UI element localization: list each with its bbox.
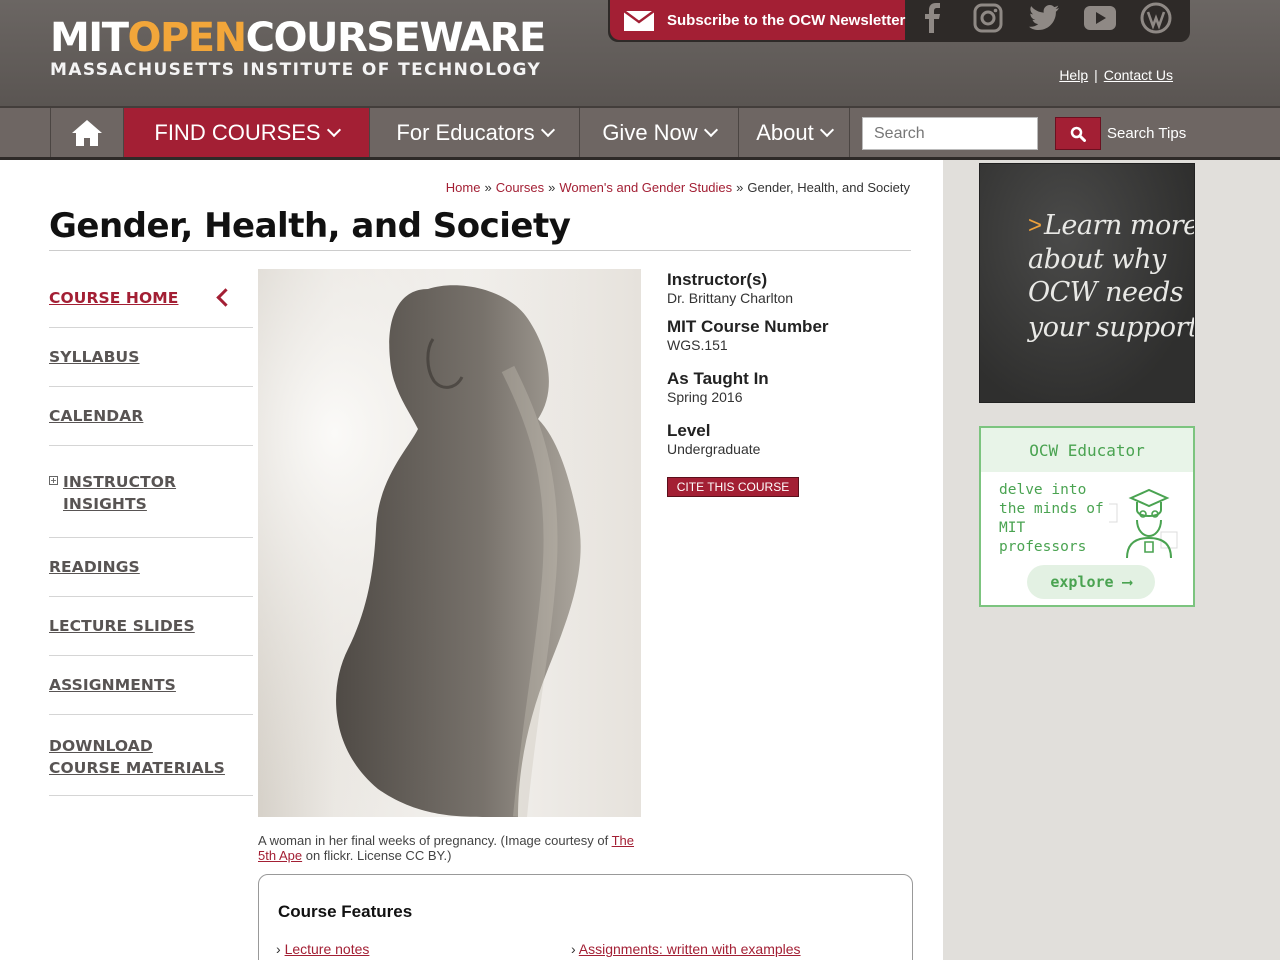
taught-in-label: As Taught In: [667, 369, 769, 388]
course-nav-course-home[interactable]: COURSE HOME: [49, 269, 253, 328]
course-nav-assignments[interactable]: ASSIGNMENTS: [49, 656, 253, 715]
chalk-line: your support: [1028, 312, 1195, 343]
cite-this-course-button[interactable]: CITE THIS COURSE: [667, 477, 799, 497]
course-nav-label: READINGS: [49, 558, 140, 576]
support-ocw-banner[interactable]: > Learn more about why OCW needs your su…: [979, 163, 1195, 403]
nav-about[interactable]: About: [738, 108, 850, 157]
course-nav-label: CALENDAR: [49, 407, 144, 425]
nav-give-now[interactable]: Give Now: [579, 108, 738, 157]
course-features-box: Course Features › Lecture notes › Assign…: [258, 874, 913, 960]
course-nav-instructor-insights[interactable]: + INSTRUCTOR INSIGHTS: [49, 446, 253, 538]
course-number-value: WGS.151: [667, 337, 728, 353]
breadcrumb-current: Gender, Health, and Society: [747, 180, 910, 195]
course-nav: COURSE HOME SYLLABUS CALENDAR + INSTRUCTO…: [49, 269, 253, 796]
expand-icon: +: [49, 476, 58, 485]
course-nav-label: LECTURE SLIDES: [49, 617, 195, 635]
instagram-icon[interactable]: [964, 0, 1012, 36]
professor-icon: [1098, 482, 1179, 562]
caption-text: A woman in her final weeks of pregnancy.…: [258, 833, 612, 848]
course-number-label: MIT Course Number: [667, 317, 829, 336]
course-nav-readings[interactable]: READINGS: [49, 538, 253, 597]
page-title: Gender, Health, and Society: [49, 206, 571, 246]
course-nav-label: ASSIGNMENTS: [49, 676, 176, 694]
ocw-logo[interactable]: MITOPENCOURSEWARE: [50, 14, 547, 62]
feature-link-lecture-notes[interactable]: Lecture notes: [285, 941, 370, 957]
contact-us-link[interactable]: Contact Us: [1104, 67, 1173, 83]
wordpress-icon[interactable]: [1132, 0, 1180, 36]
course-info: Instructor(s) Dr. Brittany Charlton MIT …: [667, 270, 907, 457]
subscribe-label: Subscribe to the OCW Newsletter: [667, 11, 906, 29]
taught-in-value: Spring 2016: [667, 389, 743, 405]
breadcrumb-courses[interactable]: Courses: [496, 180, 544, 195]
chevron-down-icon: [540, 122, 555, 138]
chevron-down-icon: [819, 122, 834, 138]
nav-label: About: [756, 119, 814, 145]
level-label: Level: [667, 421, 711, 440]
image-caption: A woman in her final weeks of pregnancy.…: [258, 833, 648, 863]
logo-courseware: COURSEWARE: [245, 15, 547, 61]
educator-body: delve into the minds of MIT professors: [999, 482, 1104, 555]
course-nav-download-course-materials[interactable]: DOWNLOAD COURSE MATERIALS: [49, 715, 253, 796]
envelope-icon: [623, 10, 655, 31]
chalk-line: OCW needs: [1028, 277, 1184, 308]
course-image: [258, 269, 641, 817]
twitter-icon[interactable]: [1020, 0, 1068, 36]
explore-button[interactable]: explore ⟶: [1027, 565, 1155, 599]
nav-label: Give Now: [602, 119, 698, 145]
newsletter-subscribe-button[interactable]: Subscribe to the OCW Newsletter: [610, 0, 905, 40]
instructor-label: Instructor(s): [667, 270, 768, 289]
search-tips-link[interactable]: Search Tips: [1107, 125, 1186, 142]
course-nav-syllabus[interactable]: SYLLABUS: [49, 328, 253, 387]
main-nav: FIND COURSES For Educators Give Now Abou…: [0, 106, 1280, 160]
site-header: MITOPENCOURSEWARE MASSACHUSETTS INSTITUT…: [0, 0, 1280, 106]
chalk-line: about why: [1028, 244, 1166, 275]
utility-links: Help | Contact Us: [1059, 67, 1173, 83]
course-nav-label: COURSE HOME: [49, 289, 179, 307]
help-link[interactable]: Help: [1059, 67, 1088, 83]
chevron-down-icon: [703, 122, 718, 138]
course-nav-label: INSTRUCTOR INSIGHTS: [63, 473, 177, 513]
educator-title: OCW Educator: [981, 428, 1193, 472]
feature-item: › Lecture notes: [276, 941, 370, 957]
chalk-arrow: >: [1028, 212, 1043, 239]
breadcrumb-department[interactable]: Women's and Gender Studies: [559, 180, 732, 195]
nav-home[interactable]: [50, 108, 123, 157]
caption-text: on flickr. License CC BY.): [302, 848, 452, 863]
logo-open: OPEN: [127, 15, 247, 61]
level-value: Undergraduate: [667, 441, 761, 457]
search-input[interactable]: [862, 117, 1038, 150]
chevron-down-icon: [326, 122, 341, 138]
nav-label: FIND COURSES: [154, 119, 321, 145]
home-icon: [72, 119, 102, 146]
course-nav-calendar[interactable]: CALENDAR: [49, 387, 253, 446]
course-nav-lecture-slides[interactable]: LECTURE SLIDES: [49, 597, 253, 656]
logo-mit: MIT: [50, 15, 129, 61]
search-button[interactable]: [1055, 117, 1101, 150]
nav-for-educators[interactable]: For Educators: [369, 108, 579, 157]
search-icon: [1070, 126, 1086, 142]
facebook-icon[interactable]: [908, 0, 956, 36]
title-divider: [49, 250, 911, 251]
course-nav-label: DOWNLOAD COURSE MATERIALS: [49, 737, 225, 777]
breadcrumb-separator: »: [548, 180, 556, 195]
link-separator: |: [1094, 67, 1098, 83]
feature-item: › Assignments: written with examples: [571, 941, 801, 957]
feature-link-assignments[interactable]: Assignments: written with examples: [579, 941, 801, 957]
breadcrumb-separator: »: [484, 180, 492, 195]
ocw-educator-banner[interactable]: OCW Educator delve into the minds of MIT…: [979, 426, 1195, 607]
chevron-left-icon: [216, 288, 235, 307]
logo-subtitle: MASSACHUSETTS INSTITUTE OF TECHNOLOGY: [50, 60, 542, 80]
youtube-icon[interactable]: [1076, 0, 1124, 36]
breadcrumb-separator: »: [736, 180, 744, 195]
nav-find-courses[interactable]: FIND COURSES: [123, 108, 369, 157]
breadcrumb: Home» Courses» Women's and Gender Studies»…: [446, 180, 910, 195]
course-features-title: Course Features: [278, 902, 413, 921]
chalk-line: Learn more: [1044, 210, 1195, 241]
breadcrumb-home[interactable]: Home: [446, 180, 481, 195]
instructor-value: Dr. Brittany Charlton: [667, 290, 794, 306]
course-nav-label: SYLLABUS: [49, 348, 140, 366]
nav-label: For Educators: [396, 119, 535, 145]
